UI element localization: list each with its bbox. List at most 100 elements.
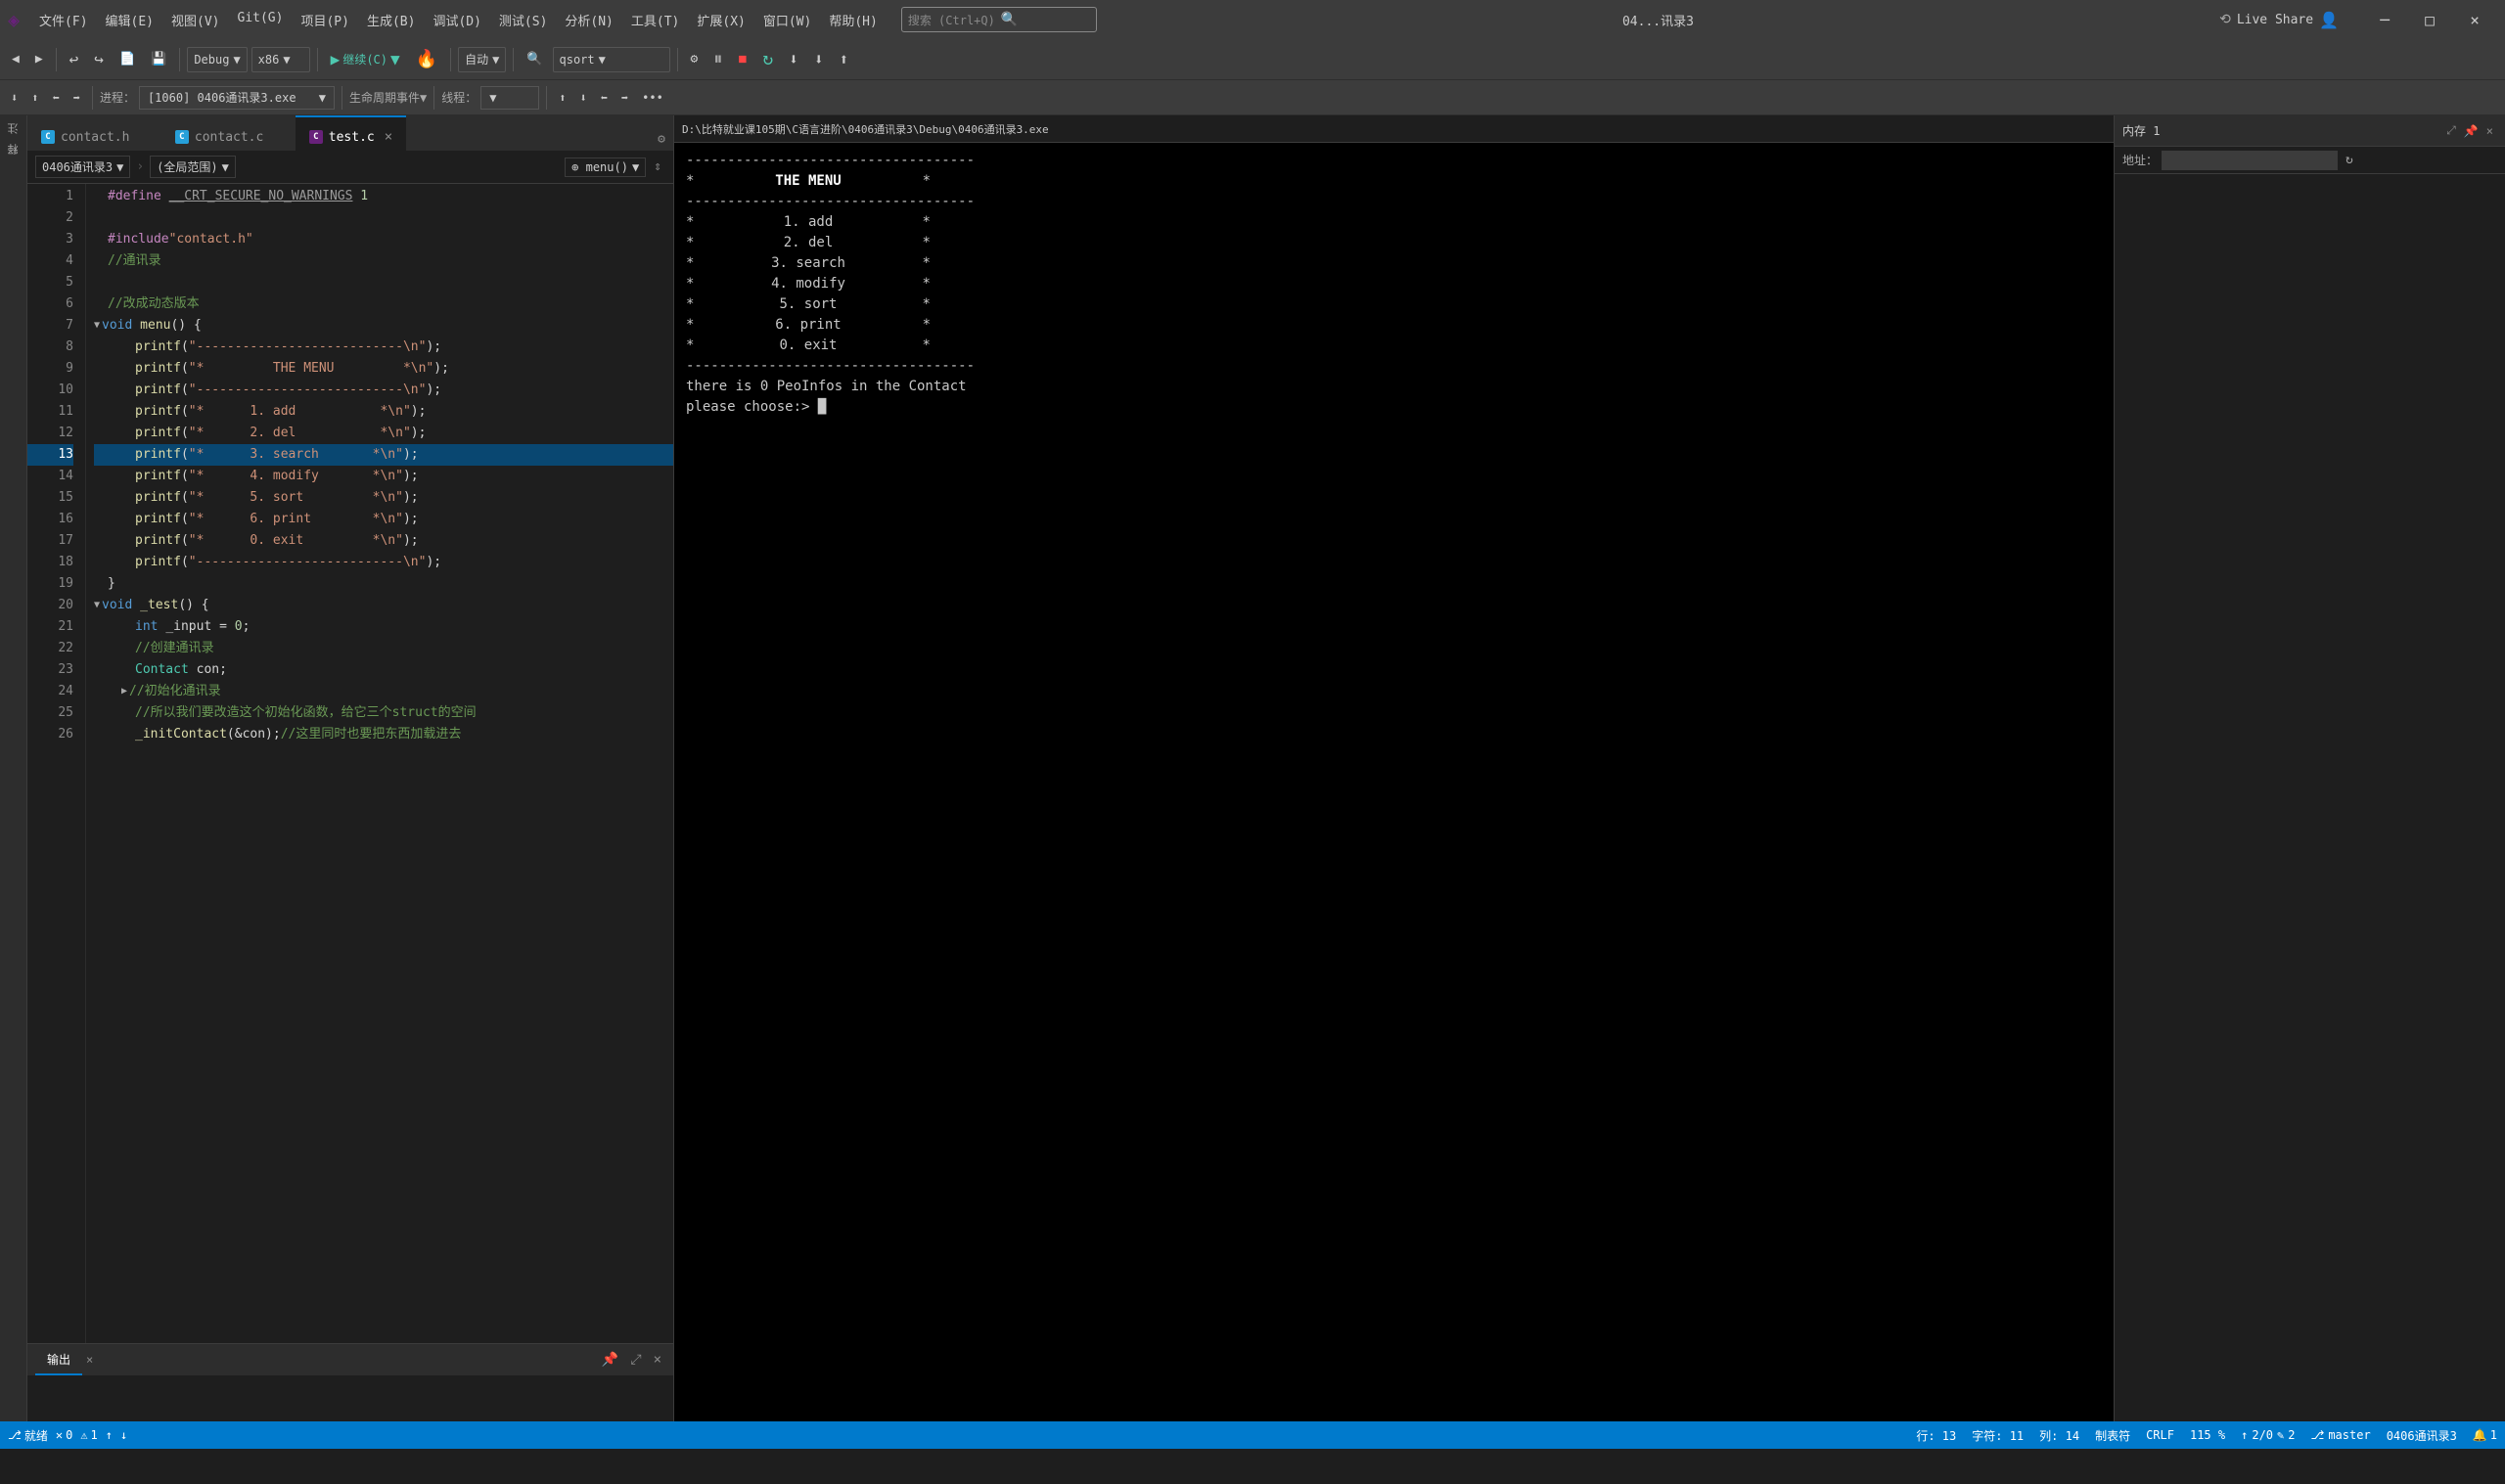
redo-btn[interactable]: ↪ <box>88 46 110 72</box>
menu-edit[interactable]: 编辑(E) <box>98 7 161 33</box>
maximize-button[interactable]: □ <box>2407 0 2452 39</box>
line-17: 17 <box>27 530 73 552</box>
split-editor-btn[interactable]: ⇕ <box>650 157 665 176</box>
menu-build[interactable]: 生成(B) <box>359 7 423 33</box>
thread-nav-down[interactable]: ⬇ <box>574 88 591 108</box>
func-selector[interactable]: ⊕ menu() ▼ <box>565 157 646 177</box>
menu-view[interactable]: 视图(V) <box>163 7 227 33</box>
menu-help[interactable]: 帮助(H) <box>821 7 885 33</box>
stop-btn[interactable]: ⏹ <box>732 45 752 73</box>
debug-tb-btn-1[interactable]: ⬇ <box>6 88 23 108</box>
zoom-control[interactable]: 115 % <box>2190 1428 2225 1442</box>
sidebar-icon-2[interactable]: 释 <box>2 140 25 158</box>
save-all-btn[interactable]: 💾 <box>145 48 172 70</box>
menu-project[interactable]: 项目(P) <box>293 7 356 33</box>
undo-btn[interactable]: ↩ <box>64 46 85 72</box>
save-file-btn[interactable]: 📄 <box>114 48 141 70</box>
menu-test[interactable]: 测试(S) <box>491 7 555 33</box>
profile-icon[interactable]: 👤 <box>2319 11 2339 29</box>
thread-nav-right[interactable]: ➡ <box>616 88 633 108</box>
line-22: 22 <box>27 638 73 659</box>
step-into-btn[interactable]: ⬇ <box>808 46 830 72</box>
tab-label-test-c: test.c <box>329 130 375 145</box>
menu-git[interactable]: Git(G) <box>230 7 292 33</box>
nav-back-btn[interactable]: ◀ <box>6 48 25 70</box>
process-selector[interactable]: [1060] 0406通讯录3.exe ▼ <box>139 86 335 110</box>
line-12: 12 <box>27 423 73 444</box>
debug-tb-btn-4[interactable]: ➡ <box>68 88 85 108</box>
console-content[interactable]: ----------------------------------- * TH… <box>674 143 2114 1421</box>
code-line-2 <box>94 207 673 229</box>
close-button[interactable]: × <box>2452 0 2497 39</box>
debug-tb-btn-2[interactable]: ⬆ <box>26 88 43 108</box>
output-tab-close[interactable]: × <box>86 1353 93 1367</box>
tab-test-c[interactable]: C test.c × <box>296 115 406 151</box>
memory-panel-pin[interactable]: 📌 <box>2460 122 2482 140</box>
lifecycle-btn[interactable]: 生命周期事件▼ <box>349 89 427 106</box>
collapse-20[interactable]: ▼ <box>94 595 100 616</box>
process-dropdown[interactable]: qsort ▼ <box>553 47 670 72</box>
tab-close-test-c[interactable]: × <box>385 129 392 145</box>
live-share-label[interactable]: Live Share <box>2237 13 2313 27</box>
line-9: 9 <box>27 358 73 380</box>
thread-nav-left[interactable]: ⬅ <box>596 88 613 108</box>
menu-analyze[interactable]: 分析(N) <box>557 7 620 33</box>
step-over-btn[interactable]: ⬇ <box>783 46 804 72</box>
sidebar-icon-1[interactable]: 注 <box>2 119 25 138</box>
collapse-7[interactable]: ▼ <box>94 315 100 337</box>
status-warning-count[interactable]: ⚠ 1 <box>80 1428 97 1442</box>
process-label: 进程： <box>100 89 135 106</box>
memory-panel-close[interactable]: × <box>2482 122 2497 140</box>
hot-reload-btn[interactable]: 🔥 <box>410 45 443 73</box>
menu-file[interactable]: 文件(F) <box>31 7 95 33</box>
output-close-btn[interactable]: × <box>650 1350 665 1370</box>
collapse-24[interactable]: ▶ <box>121 681 127 702</box>
code-content[interactable]: #define __CRT_SECURE_NO_WARNINGS 1 #incl… <box>86 184 673 1343</box>
output-tab[interactable]: 输出 <box>35 1344 82 1375</box>
up-arrow[interactable]: ↑ <box>106 1428 113 1442</box>
output-expand-btn[interactable]: ⤢ <box>626 1350 645 1370</box>
search-icon-btn[interactable]: 🔍 <box>521 48 548 70</box>
minimize-button[interactable]: ─ <box>2362 0 2407 39</box>
tab-contact-c[interactable]: C contact.c × <box>161 115 296 151</box>
status-line-ending[interactable]: CRLF <box>2146 1428 2174 1442</box>
status-git-branch[interactable]: ⎇ master <box>2311 1428 2371 1442</box>
step-out-btn[interactable]: ⬆ <box>833 46 854 72</box>
menu-window[interactable]: 窗口(W) <box>755 7 819 33</box>
debug-tb-btn-3[interactable]: ⬅ <box>47 88 64 108</box>
pause-btn[interactable]: ⏸ <box>707 45 728 73</box>
separator-4 <box>450 48 451 71</box>
continue-btn[interactable]: ▶ 继续(C) ▼ <box>325 46 406 72</box>
auto-dropdown[interactable]: 自动 ▼ <box>458 47 506 72</box>
memory-refresh-btn[interactable]: ↻ <box>2346 153 2353 167</box>
status-tab[interactable]: 制表符 <box>2095 1427 2130 1444</box>
down-arrow[interactable]: ↓ <box>120 1428 127 1442</box>
title-bar: ◈ 文件(F) 编辑(E) 视图(V) Git(G) 项目(P) 生成(B) 调… <box>0 0 2505 39</box>
debug-toolbar: ⬇ ⬆ ⬅ ➡ 进程： [1060] 0406通讯录3.exe ▼ 生命周期事件… <box>0 80 2505 115</box>
status-error-count[interactable]: ✕ 0 <box>56 1428 72 1442</box>
status-project[interactable]: 0406通讯录3 <box>2387 1427 2457 1444</box>
debug-mode-dropdown[interactable]: Debug ▼ <box>187 47 247 72</box>
output-pin-btn[interactable]: 📌 <box>598 1350 622 1370</box>
tab-contact-h[interactable]: C contact.h × <box>27 115 161 151</box>
output-panel: 输出 × 📌 ⤢ × <box>27 1343 673 1421</box>
menu-extensions[interactable]: 扩展(X) <box>689 7 752 33</box>
settings-icon-btn[interactable]: ⚙ <box>685 48 705 70</box>
project-selector[interactable]: 0406通讯录3 ▼ <box>35 156 130 178</box>
scope-selector[interactable]: (全局范围) ▼ <box>150 156 236 178</box>
search-box[interactable]: 搜索 (Ctrl+Q) 🔍 <box>901 7 1097 32</box>
thread-more[interactable]: ••• <box>637 88 668 108</box>
platform-dropdown[interactable]: x86 ▼ <box>251 47 310 72</box>
nav-forward-btn[interactable]: ▶ <box>29 48 49 70</box>
thread-nav-up[interactable]: ⬆ <box>554 88 570 108</box>
code-line-15: printf ( "* 5. sort *\n" ); <box>94 487 673 509</box>
thread-selector[interactable]: ▼ <box>480 86 539 110</box>
tab-settings-btn[interactable]: ⚙ <box>650 128 673 151</box>
restart-btn[interactable]: ↻ <box>756 45 779 73</box>
menu-debug[interactable]: 调试(D) <box>425 7 488 33</box>
memory-panel-expand[interactable]: ⤢ <box>2442 121 2460 140</box>
menu-tools[interactable]: 工具(T) <box>623 7 687 33</box>
status-notification[interactable]: 🔔 1 <box>2473 1428 2497 1442</box>
memory-address-input[interactable] <box>2162 151 2338 170</box>
status-git-icon[interactable]: ⎇ 就绪 <box>8 1427 48 1444</box>
